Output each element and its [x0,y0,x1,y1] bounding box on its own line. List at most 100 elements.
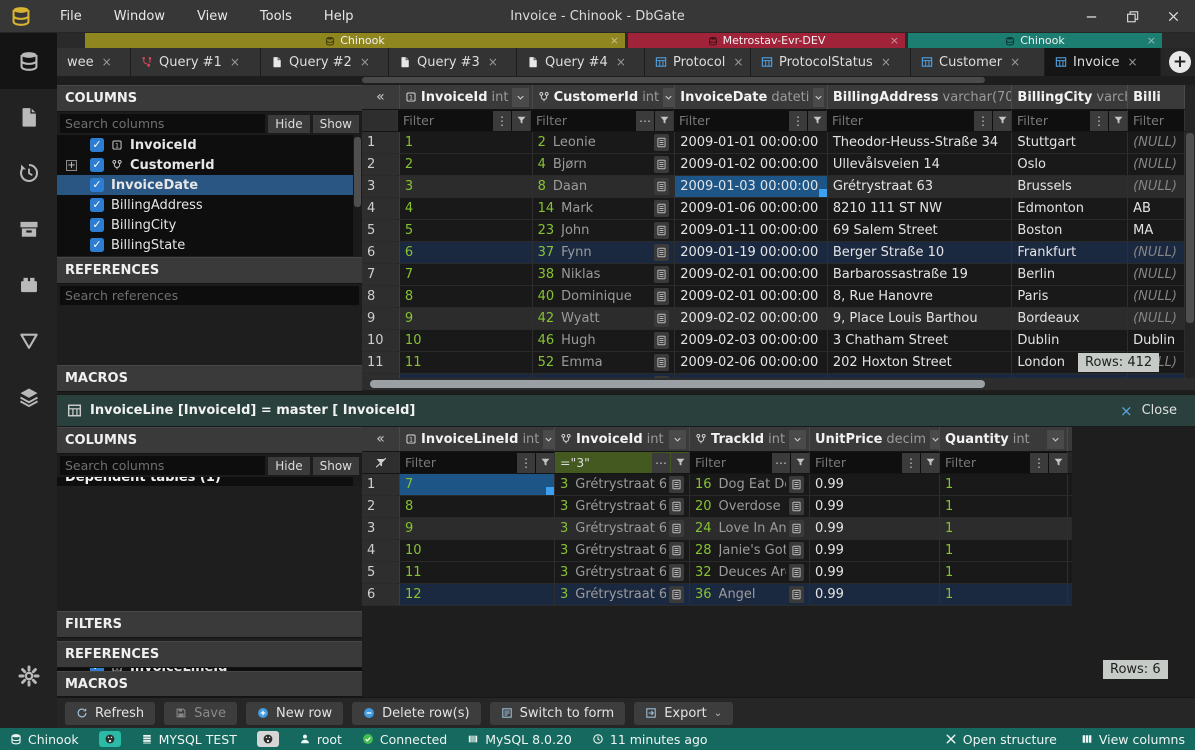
table-row[interactable]: 9942Wyatt2009-02-02 00:00:009, Place Lou… [362,308,1185,330]
close-x-icon[interactable]: × [1120,402,1133,420]
cell[interactable]: Stuttgart [1012,132,1128,153]
cell[interactable]: 2009-02-03 00:00:00 [675,330,828,351]
open-document-icon[interactable] [669,498,684,515]
column-item-invoicedate[interactable]: ✓InvoiceDate [57,175,362,195]
column-header-trackid[interactable]: TrackIdint [690,427,810,451]
macros-panel2-header[interactable]: MACROS [57,671,362,697]
references-panel-header[interactable]: REFERENCES [57,257,362,284]
cell[interactable]: Paris [1012,286,1128,307]
cell[interactable]: 36Angel [690,584,810,605]
open-document-icon[interactable] [654,222,669,239]
table-row[interactable]: 6637Fynn2009-01-19 00:00:00Berger Straße… [362,242,1185,264]
funnel-icon[interactable] [921,453,939,473]
invoice-grid-hscroll-thumb[interactable] [370,380,985,388]
cell[interactable]: Frankfurt [1012,242,1128,263]
selection-handle[interactable] [546,487,554,495]
macros-panel-header[interactable]: MACROS [57,365,362,392]
open-document-icon[interactable] [669,476,684,493]
cell[interactable]: Boston [1012,220,1128,241]
funnel-icon[interactable] [993,111,1011,131]
open-document-icon[interactable] [789,586,804,603]
funnel-icon[interactable] [655,111,673,131]
cell[interactable]: 8210 111 ST NW [828,198,1013,219]
group-close-icon[interactable]: × [610,34,619,47]
column-header-customerid[interactable]: CustomerIdint [533,85,676,109]
open-document-icon[interactable] [669,586,684,603]
cell[interactable]: 23John [533,220,676,241]
open-document-icon[interactable] [789,498,804,515]
table-row[interactable]: 5523John2009-01-11 00:00:0069 Salem Stre… [362,220,1185,242]
cell[interactable]: 2 [400,154,533,175]
filter-input-invoicedate[interactable] [674,111,788,131]
column-menu-button[interactable] [930,430,940,449]
cell[interactable]: 2009-01-01 00:00:00 [675,132,828,153]
tab-group-2[interactable]: Chinook× [908,33,1162,48]
cell[interactable]: 5 [400,220,533,241]
status-open-structure[interactable]: Open structure [945,732,1057,747]
filter-input-customerid[interactable] [531,111,635,131]
cell[interactable]: (NULL) [1128,132,1185,153]
cell[interactable]: 2009-01-03 00:00:00 [675,176,828,197]
cell[interactable]: 1 [940,540,1068,561]
status-root[interactable]: root [299,732,342,747]
filters-panel-header[interactable]: FILTERS [57,611,362,638]
cell[interactable]: 3Grétrystraat 63 [555,518,690,539]
open-document-icon[interactable] [669,564,684,581]
funnel-icon[interactable] [1049,453,1067,473]
open-document-icon[interactable] [654,244,669,261]
cell[interactable]: 6 [400,242,533,263]
table-row[interactable]: 5113Grétrystraat 6332Deuces Are Wild0.99… [362,562,1072,584]
cell[interactable]: 2009-01-19 00:00:00 [675,242,828,263]
tab-close-icon[interactable]: × [1127,55,1137,69]
filter-input-invoiceid[interactable] [398,111,492,131]
cell[interactable]: 37Fynn [533,242,676,263]
status-connected[interactable]: Connected [362,732,447,747]
cell[interactable]: 1 [400,132,533,153]
sidebar-item-settings[interactable] [0,648,57,704]
column-header-billingaddress[interactable]: BillingAddressvarchar(70 [828,85,1013,109]
tab-group-1[interactable]: Metrostav-Evr-DEV× [628,33,905,48]
column-menu-button[interactable] [543,430,554,449]
filter-menu-button[interactable]: ⋮ [974,111,992,131]
cell[interactable]: 2Leonie [533,132,676,153]
column-header-invoiceid[interactable]: InvoiceIdint [555,427,690,451]
cell[interactable]: 3Grétrystraat 63 [555,496,690,517]
detail-search-columns-input[interactable] [60,456,265,475]
funnel-icon[interactable] [536,453,554,473]
cell[interactable]: 38Niklas [533,264,676,285]
checkbox-checked[interactable]: ✓ [90,218,104,232]
open-document-icon[interactable] [654,310,669,327]
save-button[interactable]: Save [164,702,237,725]
filter-menu-button[interactable]: ⋮ [789,111,807,131]
column-header-invoiceid[interactable]: 1InvoiceIdint [400,85,533,109]
column-menu-button[interactable] [789,430,806,449]
cell[interactable]: 2009-02-01 00:00:00 [675,286,828,307]
tab-query-1[interactable]: Query #1× [131,48,261,76]
cell[interactable]: Ullevålsveien 14 [828,154,1013,175]
tab-query-4[interactable]: Query #4× [517,48,645,76]
status-mysql-8-0-20[interactable]: MySQL 8.0.20 [467,732,572,747]
tab-close-icon[interactable]: × [733,55,743,69]
delete-row-s--button[interactable]: Delete row(s) [352,702,480,725]
selection-handle[interactable] [819,189,827,197]
cell[interactable]: AB [1128,198,1185,219]
open-document-icon[interactable] [654,332,669,349]
cell[interactable]: 202 Hoxton Street [828,352,1013,373]
sidebar-item-history[interactable] [0,145,57,201]
open-document-icon[interactable] [789,542,804,559]
columns-panel-header[interactable]: COLUMNS [57,85,362,112]
status-11-minutes-ago[interactable]: 11 minutes ago [592,732,708,747]
export-button[interactable]: Export⌄ [634,702,733,725]
tab-group-0[interactable]: Chinook× [85,33,625,48]
clear-filters-button[interactable] [362,452,400,473]
funnel-icon[interactable] [671,453,689,473]
sidebar-item-query-designer[interactable] [0,313,57,369]
cell[interactable]: 20Overdose [690,496,810,517]
tab-query-3[interactable]: Query #3× [389,48,517,76]
funnel-icon[interactable] [1109,111,1127,131]
cell[interactable]: 3Grétrystraat 63 [555,540,690,561]
cell[interactable]: 14Mark [533,198,676,219]
invoice-grid-vscroll-thumb[interactable] [1186,133,1194,323]
column-menu-button[interactable] [512,88,528,107]
filter-input-billi[interactable] [1128,111,1184,131]
